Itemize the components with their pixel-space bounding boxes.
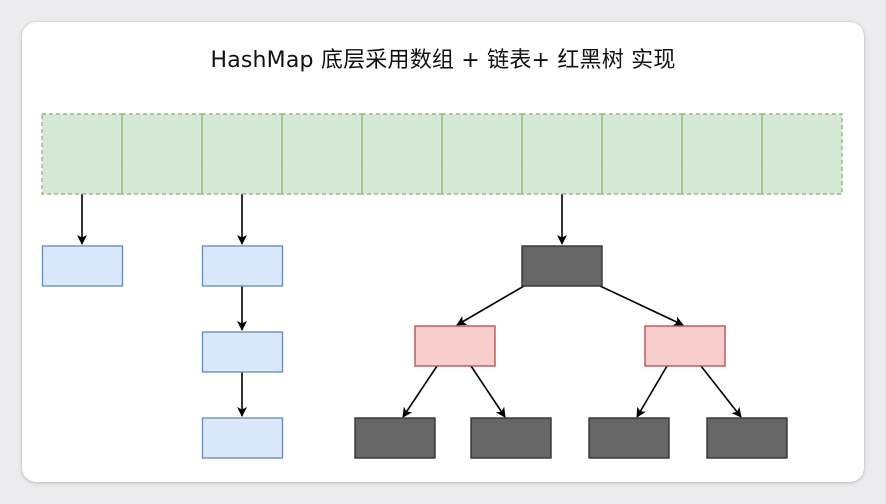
black-tree-node — [706, 417, 788, 459]
list-node — [41, 245, 124, 287]
list-node — [201, 245, 284, 287]
black-tree-node — [470, 417, 552, 459]
black-tree-node — [354, 417, 436, 459]
arrow — [470, 365, 506, 418]
arrow — [402, 365, 438, 418]
bucket-array — [41, 113, 843, 195]
arrow — [599, 285, 684, 326]
red-tree-node — [644, 325, 726, 367]
arrow — [456, 285, 525, 326]
arrow — [636, 365, 668, 418]
black-tree-node — [521, 245, 603, 287]
list-node — [201, 331, 284, 373]
list-node — [201, 417, 284, 459]
red-black-tree — [354, 245, 788, 459]
arrow — [700, 365, 742, 418]
linked-lists — [41, 245, 284, 459]
hashmap-diagram — [41, 113, 843, 459]
black-tree-node — [588, 417, 670, 459]
red-tree-node — [414, 325, 496, 367]
arrows-group — [77, 194, 742, 418]
